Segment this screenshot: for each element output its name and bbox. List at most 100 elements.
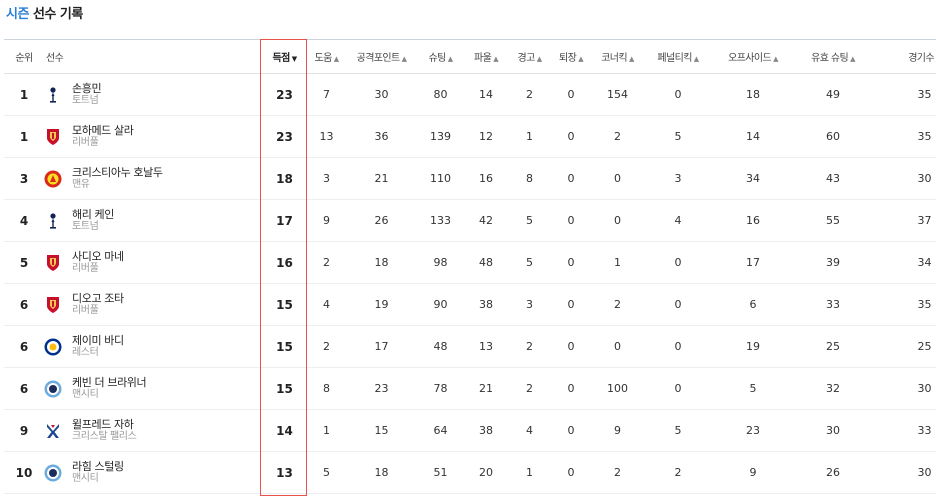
player-cell[interactable]: 손흥민 토트넘 [44,74,261,116]
red-cards-cell: 0 [567,340,575,353]
sort-goals-header[interactable]: 득점 ▼ [261,40,308,74]
player-name[interactable]: 윌프레드 자하 [72,418,136,431]
corners-cell: 2 [614,298,621,311]
sort-attack-points-header[interactable]: 공격포인트 ▲ [345,40,418,74]
rank-header: 순위 [15,53,33,64]
fouls-cell: 38 [479,424,493,437]
assists-header-label: 도움 [314,53,333,64]
attack-points-cell: 15 [374,424,389,437]
attack-points-cell: 21 [374,172,389,185]
goals-cell: 17 [276,213,293,228]
sort-asc-icon: ▲ [693,55,699,63]
sort-shots-on-target-header[interactable]: 유효 슈팅 ▲ [793,40,873,74]
sort-offsides-header[interactable]: 오프사이드 ▲ [713,40,793,74]
sort-corners-header[interactable]: 코너킥 ▲ [592,40,643,74]
player-name[interactable]: 해리 케인 [72,208,114,221]
sort-fouls-header[interactable]: 파울 ▲ [463,40,509,74]
offsides-header-label: 오프사이드 [728,53,772,64]
warnings-cell: 2 [526,382,533,395]
player-cell[interactable]: 케빈 더 브라위너 맨시티 [44,368,261,410]
player-cell[interactable]: 제이미 바디 레스터 [44,326,261,368]
player-team: 토트넘 [72,95,99,106]
player-name[interactable]: 디오고 조타 [72,292,124,305]
corners-cell: 2 [614,466,621,479]
player-cell[interactable]: 모하메드 살라 리버풀 [44,116,261,158]
player-text: 크리스티아누 호날두 맨유 [72,166,163,191]
corners-cell: 0 [614,214,621,227]
offsides-cell: 34 [746,172,760,185]
player-name[interactable]: 제이미 바디 [72,334,124,347]
offsides-cell: 17 [746,256,760,269]
rank-cell: 10 [15,465,33,480]
rank-cell: 3 [19,171,29,186]
shots-cell: 80 [433,88,448,101]
player-name[interactable]: 케빈 더 브라위너 [72,376,147,389]
player-stats-table: 순위 선수 득점 ▼ 도움 ▲ 공격포인트 ▲ 슈팅 ▲ 파울 ▲ 경고 ▲ 퇴장 ▲ 코너킥… [4,39,936,494]
player-name[interactable]: 사디오 마네 [72,250,124,263]
offsides-cell: 19 [746,340,760,353]
sort-asc-icon: ▲ [773,55,778,63]
assists-cell: 9 [323,214,330,227]
table-row[interactable]: 4 해리 케인 토트넘 17 9 26 133 42 5 0 0 4 16 55… [4,200,936,242]
sort-assists-header[interactable]: 도움 ▲ [308,40,345,74]
player-cell[interactable]: 사디오 마네 리버풀 [44,242,261,284]
player-cell[interactable]: 라힘 스털링 맨시티 [44,452,261,494]
shots-cell: 78 [433,382,448,395]
shots-on-target-cell: 33 [826,298,840,311]
table-row[interactable]: 9 윌프레드 자하 크리스탈 팰리스 14 1 15 64 38 4 0 9 5… [4,410,936,452]
sort-penalties-header[interactable]: 페널티킥 ▲ [643,40,713,74]
fouls-cell: 13 [479,340,493,353]
table-row[interactable]: 6 케빈 더 브라위너 맨시티 15 8 23 78 21 2 0 100 0 … [4,368,936,410]
table-row[interactable]: 10 라힘 스털링 맨시티 13 5 18 51 20 1 0 2 2 9 26… [4,452,936,494]
player-name[interactable]: 크리스티아누 호날두 [72,166,163,179]
offsides-cell: 16 [746,214,760,227]
player-cell[interactable]: 크리스티아누 호날두 맨유 [44,158,261,200]
player-cell[interactable]: 해리 케인 토트넘 [44,200,261,242]
shots-on-target-cell: 55 [826,214,840,227]
red-cards-cell: 0 [567,466,575,479]
shots-on-target-cell: 39 [826,256,840,269]
player-name[interactable]: 손흥민 [72,82,102,95]
player-team: 맨시티 [72,389,99,400]
attack-points-cell: 18 [374,466,389,479]
player-cell[interactable]: 윌프레드 자하 크리스탈 팰리스 [44,410,261,452]
fouls-cell: 20 [479,466,493,479]
player-team: 크리스탈 팰리스 [72,431,137,442]
penalties-cell: 0 [674,340,682,353]
goals-cell: 14 [276,423,293,438]
shots-cell: 98 [433,256,448,269]
table-row[interactable]: 6 디오고 조타 리버풀 15 4 19 90 38 3 0 2 0 6 33 … [4,284,936,326]
table-row[interactable]: 5 사디오 마네 리버풀 16 2 18 98 48 5 0 1 0 17 39… [4,242,936,284]
liverpool-icon [44,296,62,314]
warnings-cell: 1 [526,130,533,143]
shots-header-label: 슈팅 [428,53,447,64]
player-info: 제이미 바디 레스터 [44,334,261,359]
player-name[interactable]: 라힘 스털링 [72,460,124,473]
sort-shots-header[interactable]: 슈팅 ▲ [418,40,463,74]
player-name[interactable]: 모하메드 살라 [72,124,134,137]
games-cell: 33 [917,424,932,437]
fouls-cell: 21 [479,382,493,395]
warnings-cell: 8 [526,172,533,185]
sort-games-header[interactable]: 경기수▲ [873,40,936,74]
goals-cell: 23 [276,87,293,102]
table-row[interactable]: 3 크리스티아누 호날두 맨유 18 3 21 110 16 8 0 0 3 3… [4,158,936,200]
table-row[interactable]: 1 모하메드 살라 리버풀 23 13 36 139 12 1 0 2 5 14… [4,116,936,158]
player-cell[interactable]: 디오고 조타 리버풀 [44,284,261,326]
sort-red-cards-header[interactable]: 퇴장 ▲ [550,40,592,74]
tottenham-icon [44,86,62,104]
table-row[interactable]: 6 제이미 바디 레스터 15 2 17 48 13 2 0 0 0 19 25… [4,326,936,368]
season-label[interactable]: 시즌 [6,7,29,22]
sort-asc-icon: ▲ [536,55,542,63]
page-title: 시즌 선수 기록 [6,3,83,22]
warnings-cell: 1 [526,466,533,479]
player-text: 제이미 바디 레스터 [72,334,124,359]
assists-cell: 2 [323,256,330,269]
assists-cell: 4 [323,298,330,311]
sort-desc-icon: ▼ [291,55,297,63]
player-header: 선수 [46,53,64,64]
penalties-cell: 5 [674,424,682,437]
goals-cell: 18 [276,171,293,186]
table-row[interactable]: 1 손흥민 토트넘 23 7 30 80 14 2 0 154 0 18 49 … [4,74,936,116]
sort-warnings-header[interactable]: 경고 ▲ [509,40,550,74]
